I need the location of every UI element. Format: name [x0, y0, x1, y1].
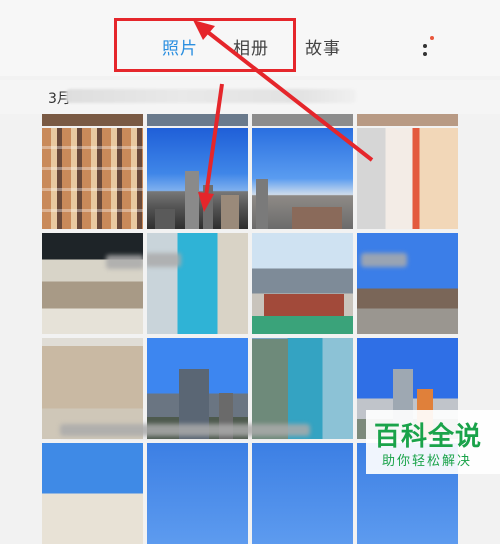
- blurred-location-text: [66, 89, 356, 103]
- previous-row-strip: [42, 114, 458, 126]
- photo-thumb[interactable]: [252, 233, 353, 334]
- photo-thumb[interactable]: [147, 233, 248, 334]
- photo-thumb[interactable]: [42, 128, 143, 229]
- photo-thumb-peek[interactable]: [357, 114, 458, 126]
- blurred-overlay: [60, 424, 310, 436]
- photo-thumb-peek[interactable]: [42, 114, 143, 126]
- watermark-subtitle: 助你轻松解决: [382, 454, 473, 469]
- photo-thumb[interactable]: [42, 233, 143, 334]
- photo-thumb[interactable]: [147, 128, 248, 229]
- highlight-box: [114, 18, 296, 72]
- photo-thumb-peek[interactable]: [252, 114, 353, 126]
- photo-thumb-peek[interactable]: [147, 114, 248, 126]
- more-vertical-dots-icon: [423, 44, 427, 48]
- date-section-header: 3月: [0, 80, 500, 114]
- watermark-logo: 百科全说: [374, 422, 483, 452]
- watermark: 百科全说 助你轻松解决: [366, 410, 500, 474]
- tab-stories[interactable]: 故事: [305, 34, 341, 59]
- photo-thumb[interactable]: [252, 443, 353, 544]
- photo-thumb[interactable]: [42, 443, 143, 544]
- notification-dot: [430, 36, 434, 40]
- more-vertical-dots-icon-lower: [423, 52, 427, 56]
- more-options-button[interactable]: [414, 34, 436, 58]
- photo-thumb[interactable]: [147, 443, 248, 544]
- photo-thumb[interactable]: [252, 128, 353, 229]
- photo-thumb[interactable]: [357, 233, 458, 334]
- photo-thumb[interactable]: [357, 128, 458, 229]
